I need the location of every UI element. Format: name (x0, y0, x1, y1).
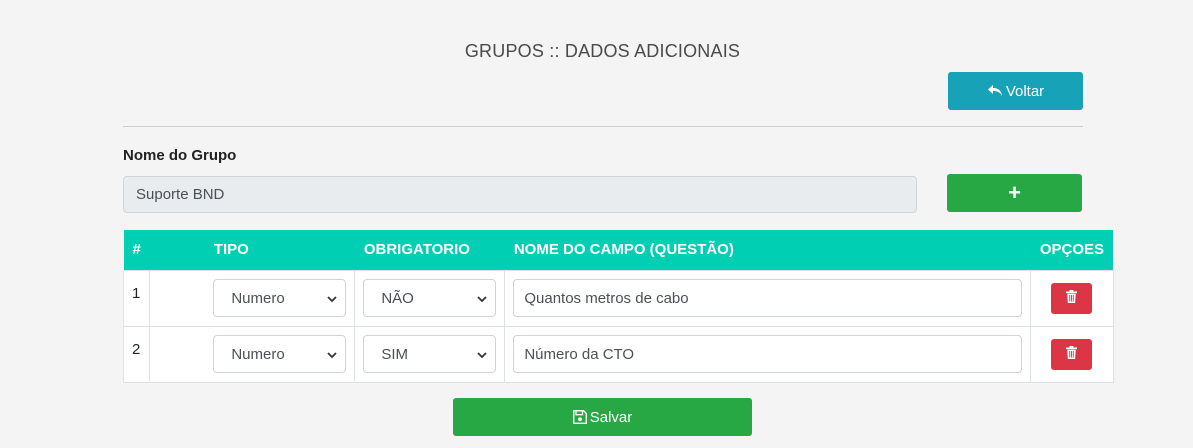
tipo-select[interactable]: Numero (213, 279, 347, 317)
field-name-input[interactable] (513, 335, 1023, 373)
chevron-down-icon (327, 290, 337, 307)
tipo-select[interactable]: Numero (213, 335, 347, 373)
column-header-opcoes: OPÇOES (1030, 230, 1114, 270)
table-header-row: # TIPO OBRIGATORIO NOME DO CAMPO (QUESTÃ… (123, 230, 1114, 270)
table-row: 1 Numero NÃO (122, 269, 1114, 327)
column-header-tipo: TIPO (149, 230, 355, 270)
group-name-label: Nome do Grupo (123, 147, 237, 164)
trash-icon (1066, 346, 1078, 362)
column-header-nome-campo: NOME DO CAMPO (QUESTÃO) (504, 230, 1031, 270)
row-number: 2 (122, 325, 151, 383)
obrigatorio-select[interactable]: NÃO (363, 279, 497, 317)
column-header-number: # (123, 230, 150, 270)
table-row: 2 Numero SIM (122, 325, 1114, 383)
tipo-select-value: Numero (231, 345, 285, 363)
fields-table: # TIPO OBRIGATORIO NOME DO CAMPO (QUESTÃ… (122, 230, 1114, 383)
page-title: GRUPOS :: DADOS ADICIONAIS (464, 41, 741, 61)
back-button-label: Voltar (1005, 82, 1045, 100)
group-name-field[interactable] (123, 176, 917, 213)
chevron-down-icon (477, 346, 487, 363)
back-button[interactable]: Voltar (948, 72, 1083, 110)
tipo-select-value: Numero (231, 289, 285, 307)
divider (123, 126, 1083, 127)
obrigatorio-select-value: NÃO (381, 289, 414, 307)
obrigatorio-select-value: SIM (381, 345, 409, 363)
save-button[interactable]: Salvar (453, 398, 752, 436)
obrigatorio-select[interactable]: SIM (363, 335, 497, 373)
row-number: 1 (122, 269, 151, 327)
column-header-obrigatorio: OBRIGATORIO (354, 230, 505, 270)
field-name-input[interactable] (513, 279, 1023, 317)
add-field-button[interactable]: + (947, 174, 1082, 212)
floppy-disk-icon (572, 410, 587, 424)
save-button-label: Salvar (589, 408, 633, 426)
plus-icon: + (1008, 180, 1021, 205)
delete-row-button[interactable] (1051, 282, 1093, 314)
delete-row-button[interactable] (1051, 338, 1093, 370)
trash-icon (1066, 290, 1078, 306)
chevron-down-icon (327, 346, 337, 363)
undo-arrow-icon (987, 84, 1003, 98)
chevron-down-icon (477, 290, 487, 307)
